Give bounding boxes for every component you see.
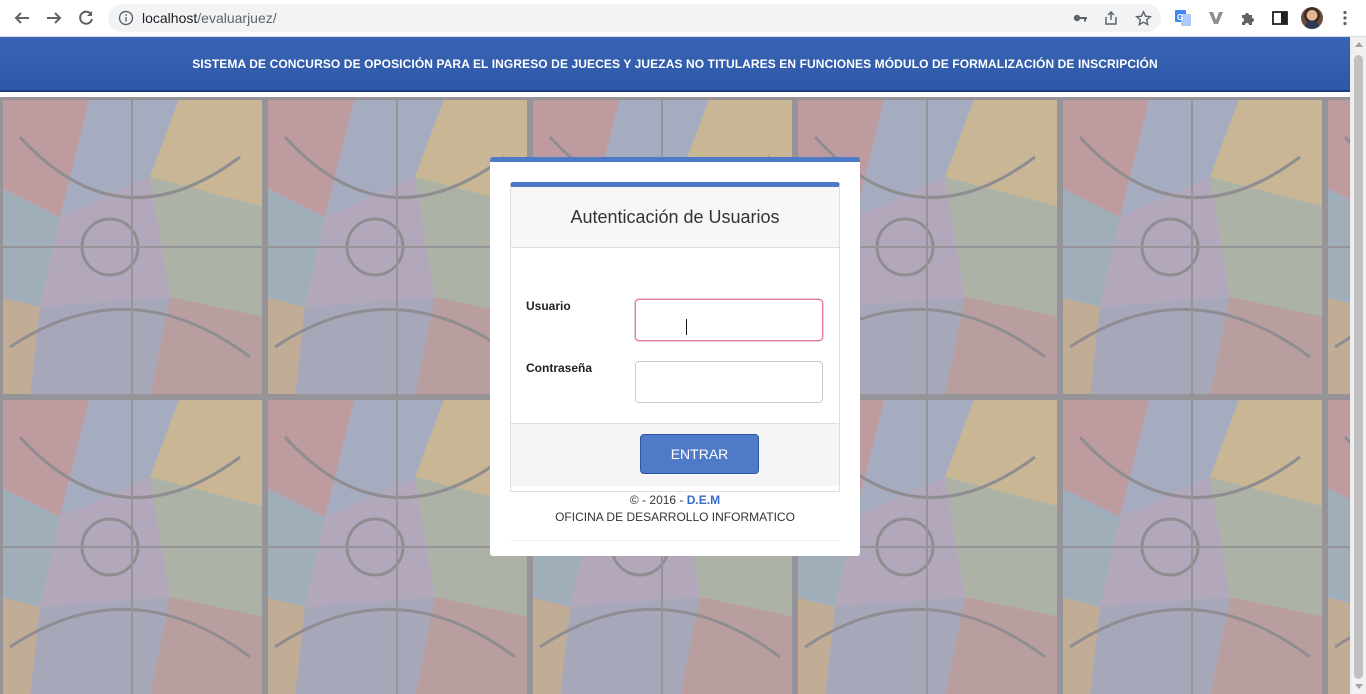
user-input[interactable] bbox=[635, 299, 823, 341]
profile-avatar[interactable] bbox=[1301, 7, 1323, 29]
office-name: OFICINA DE DESARROLLO INFORMATICO bbox=[555, 510, 795, 524]
user-label: Usuario bbox=[526, 299, 571, 313]
url-path: /evaluarjuez/ bbox=[197, 10, 277, 26]
menu-dots-icon[interactable] bbox=[1334, 7, 1356, 29]
key-icon[interactable] bbox=[1070, 8, 1090, 28]
page-scrollbar[interactable] bbox=[1350, 37, 1366, 694]
text-caret bbox=[686, 319, 687, 335]
reload-icon bbox=[79, 10, 93, 25]
enter-button[interactable]: ENTRAR bbox=[640, 434, 759, 474]
site-title: SISTEMA DE CONCURSO DE OPOSICIÓN PARA EL… bbox=[192, 56, 1158, 71]
arrow-right-icon bbox=[47, 12, 62, 24]
forward-button[interactable] bbox=[40, 5, 68, 31]
password-input[interactable] bbox=[635, 361, 823, 403]
reload-button[interactable] bbox=[72, 5, 100, 31]
copyright-text: © - 2016 - bbox=[629, 493, 687, 507]
password-label: Contraseña bbox=[526, 361, 593, 375]
translate-icon[interactable]: G bbox=[1172, 7, 1194, 29]
scroll-thumb[interactable] bbox=[1354, 55, 1363, 679]
login-panel: Autenticación de Usuarios Usuario Contra… bbox=[510, 182, 840, 492]
scroll-down-arrow-icon[interactable] bbox=[1355, 684, 1363, 689]
url-host: localhost bbox=[142, 10, 198, 26]
page-content: SISTEMA DE CONCURSO DE OPOSICIÓN PARA EL… bbox=[0, 37, 1350, 694]
back-button[interactable] bbox=[8, 5, 36, 31]
share-icon[interactable] bbox=[1101, 8, 1121, 28]
info-icon[interactable] bbox=[118, 10, 134, 26]
browser-toolbar: localhost/evaluarjuez/ G bbox=[0, 0, 1366, 37]
brand-link[interactable]: D.E.M bbox=[687, 493, 720, 507]
login-panel-footer: ENTRAR bbox=[511, 423, 839, 486]
scroll-up-arrow-icon[interactable] bbox=[1355, 42, 1363, 47]
address-bar[interactable]: localhost/evaluarjuez/ bbox=[108, 4, 1161, 32]
arrow-left-icon bbox=[14, 12, 29, 24]
side-panel-icon[interactable] bbox=[1269, 7, 1291, 29]
login-title: Autenticación de Usuarios bbox=[570, 206, 780, 227]
svg-text:G: G bbox=[1177, 13, 1183, 22]
site-header: SISTEMA DE CONCURSO DE OPOSICIÓN PARA EL… bbox=[0, 37, 1350, 92]
footer-divider bbox=[510, 540, 840, 541]
login-panel-header: Autenticación de Usuarios bbox=[511, 187, 839, 248]
url-text[interactable]: localhost/evaluarjuez/ bbox=[142, 10, 277, 26]
puzzle-icon[interactable] bbox=[1237, 7, 1259, 29]
star-icon[interactable] bbox=[1133, 8, 1153, 28]
copyright-line: © - 2016 - D.E.M bbox=[490, 493, 860, 507]
login-card: Autenticación de Usuarios Usuario Contra… bbox=[490, 157, 860, 556]
extension-v-icon[interactable] bbox=[1205, 7, 1227, 29]
